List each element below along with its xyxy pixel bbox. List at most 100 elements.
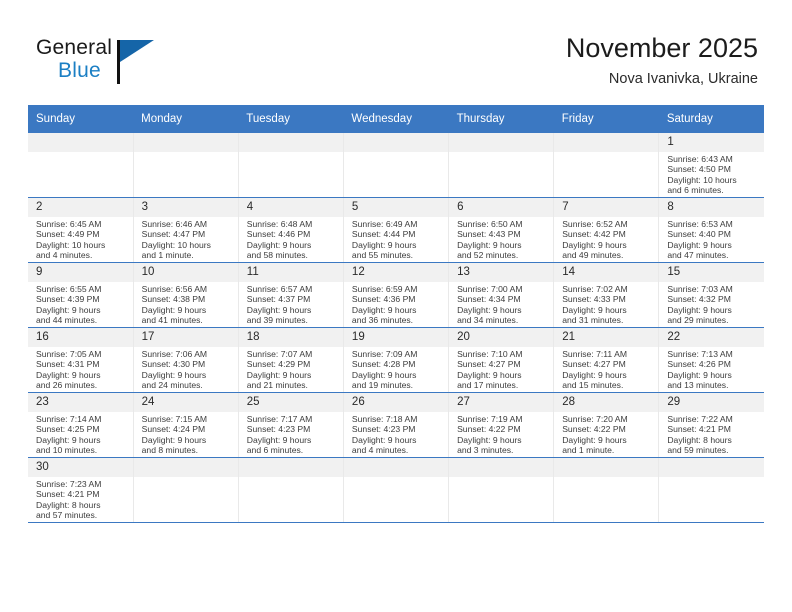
weekday-header-sunday: Sunday: [28, 105, 134, 133]
sunset-text: Sunset: 4:30 PM: [141, 359, 206, 370]
day-number: [238, 458, 343, 477]
day-info: Sunrise: 6:48 AM Sunset: 4:46 PM Daylight:…: [239, 217, 343, 261]
day-number: [238, 133, 343, 152]
calendar-day-cell[interactable]: 10 Sunrise: 6:56 AM Sunset: 4:38 PM Dayligh…: [133, 262, 239, 328]
calendar-day-cell[interactable]: 9 Sunrise: 6:55 AM Sunset: 4:39 PM Daylight…: [28, 262, 134, 328]
daylight-text: and 44 minutes.: [36, 315, 98, 326]
daylight-text: Daylight: 9 hours: [667, 369, 732, 380]
calendar-day-cell-empty: [133, 133, 239, 198]
calendar-day-cell[interactable]: 6 Sunrise: 6:50 AM Sunset: 4:43 PM Daylight…: [448, 197, 555, 263]
logo-flag-icon: [120, 40, 154, 62]
sunset-text: Sunset: 4:28 PM: [351, 359, 416, 370]
sunset-text: Sunset: 4:43 PM: [457, 229, 521, 240]
calendar-day-cell[interactable]: 7 Sunrise: 6:52 AM Sunset: 4:42 PM Daylight…: [553, 197, 660, 263]
day-info: Sunrise: 7:20 AM Sunset: 4:22 PM Daylight:…: [554, 412, 658, 456]
day-number: 27: [449, 393, 554, 412]
calendar-day-cell[interactable]: 30 Sunrise: 7:23 AM Sunset: 4:21 PM Dayligh…: [28, 457, 134, 523]
calendar-day-cell[interactable]: 1 Sunrise: 6:43 AM Sunset: 4:50 PM Daylight…: [658, 133, 764, 198]
day-number: 28: [554, 393, 659, 412]
calendar-day-cell[interactable]: 3 Sunrise: 6:46 AM Sunset: 4:47 PM Daylight…: [133, 197, 239, 263]
calendar-day-cell[interactable]: 15 Sunrise: 7:03 AM Sunset: 4:32 PM Dayligh…: [658, 262, 764, 328]
calendar-day-cell[interactable]: 29 Sunrise: 7:22 AM Sunset: 4:21 PM Dayligh…: [658, 392, 764, 458]
day-info: Sunrise: 6:50 AM Sunset: 4:43 PM Daylight:…: [449, 217, 553, 261]
daylight-text: and 15 minutes.: [562, 380, 624, 391]
sunrise-text: Sunrise: 7:06 AM: [141, 349, 208, 359]
day-number: 7: [554, 198, 659, 217]
daylight-text: and 31 minutes.: [562, 315, 624, 326]
day-number: 10: [133, 263, 238, 282]
daylight-text: and 3 minutes.: [457, 445, 514, 456]
sunrise-text: Sunrise: 6:57 AM: [246, 284, 313, 294]
calendar-day-cell-empty: [343, 133, 450, 198]
day-info: Sunrise: 6:56 AM Sunset: 4:38 PM Daylight:…: [134, 282, 238, 326]
calendar-day-cell[interactable]: 2 Sunrise: 6:45 AM Sunset: 4:49 PM Daylight…: [28, 197, 134, 263]
day-info: Sunrise: 6:53 AM Sunset: 4:40 PM Daylight:…: [659, 217, 764, 261]
day-number: [343, 133, 449, 152]
daylight-text: Daylight: 9 hours: [36, 369, 101, 380]
calendar-day-cell[interactable]: 24 Sunrise: 7:15 AM Sunset: 4:24 PM Dayligh…: [133, 392, 239, 458]
daylight-text: and 52 minutes.: [457, 250, 519, 261]
calendar-week-row: 23 Sunrise: 7:14 AM Sunset: 4:25 PM Dayligh…: [28, 392, 764, 458]
sunrise-text: Sunrise: 7:09 AM: [351, 349, 418, 359]
sunrise-text: Sunrise: 6:56 AM: [141, 284, 208, 294]
day-number: [343, 458, 449, 477]
calendar-day-cell[interactable]: 8 Sunrise: 6:53 AM Sunset: 4:40 PM Daylight…: [658, 197, 764, 263]
sunrise-text: Sunrise: 7:03 AM: [667, 284, 733, 294]
sunrise-text: Sunrise: 6:43 AM: [667, 154, 733, 164]
daylight-text: Daylight: 9 hours: [351, 369, 417, 380]
day-info: Sunrise: 7:00 AM Sunset: 4:34 PM Daylight:…: [449, 282, 553, 326]
calendar-day-cell[interactable]: 28 Sunrise: 7:20 AM Sunset: 4:22 PM Dayligh…: [553, 392, 660, 458]
weekday-header-monday: Monday: [133, 105, 239, 133]
sunset-text: Sunset: 4:27 PM: [457, 359, 521, 370]
calendar-week-row: 30 Sunrise: 7:23 AM Sunset: 4:21 PM Dayligh…: [28, 457, 764, 523]
sunrise-text: Sunrise: 6:45 AM: [36, 219, 102, 229]
calendar-day-cell[interactable]: 23 Sunrise: 7:14 AM Sunset: 4:25 PM Dayligh…: [28, 392, 134, 458]
daylight-text: Daylight: 9 hours: [667, 239, 732, 250]
calendar-day-cell[interactable]: 20 Sunrise: 7:10 AM Sunset: 4:27 PM Dayligh…: [448, 327, 555, 393]
sunset-text: Sunset: 4:39 PM: [36, 294, 100, 305]
calendar-day-cell[interactable]: 17 Sunrise: 7:06 AM Sunset: 4:30 PM Dayligh…: [133, 327, 239, 393]
day-number: 29: [659, 393, 764, 412]
day-info: Sunrise: 7:09 AM Sunset: 4:28 PM Daylight:…: [344, 347, 448, 391]
calendar-day-cell[interactable]: 11 Sunrise: 6:57 AM Sunset: 4:37 PM Dayligh…: [238, 262, 344, 328]
calendar-day-cell[interactable]: 12 Sunrise: 6:59 AM Sunset: 4:36 PM Dayligh…: [343, 262, 450, 328]
general-blue-logo[interactable]: General Blue: [36, 36, 216, 92]
page-header: General Blue November 2025 Nova Ivanivka…: [0, 0, 792, 100]
calendar-day-cell[interactable]: 18 Sunrise: 7:07 AM Sunset: 4:29 PM Dayligh…: [238, 327, 344, 393]
calendar-day-cell[interactable]: 19 Sunrise: 7:09 AM Sunset: 4:28 PM Dayligh…: [343, 327, 450, 393]
calendar-day-cell-empty: [448, 457, 555, 523]
day-info: Sunrise: 7:07 AM Sunset: 4:29 PM Daylight:…: [239, 347, 343, 391]
calendar-day-cell[interactable]: 5 Sunrise: 6:49 AM Sunset: 4:44 PM Daylight…: [343, 197, 450, 263]
sunset-text: Sunset: 4:33 PM: [562, 294, 626, 305]
sunset-text: Sunset: 4:42 PM: [562, 229, 626, 240]
day-number: [449, 458, 554, 477]
calendar-day-cell[interactable]: 13 Sunrise: 7:00 AM Sunset: 4:34 PM Dayligh…: [448, 262, 555, 328]
day-info: Sunrise: 7:10 AM Sunset: 4:27 PM Daylight:…: [449, 347, 553, 391]
sunrise-text: Sunrise: 7:17 AM: [246, 414, 313, 424]
calendar-day-cell[interactable]: 25 Sunrise: 7:17 AM Sunset: 4:23 PM Dayligh…: [238, 392, 344, 458]
calendar-day-cell[interactable]: 16 Sunrise: 7:05 AM Sunset: 4:31 PM Dayligh…: [28, 327, 134, 393]
day-info: Sunrise: 7:17 AM Sunset: 4:23 PM Daylight:…: [239, 412, 343, 456]
daylight-text: Daylight: 9 hours: [36, 434, 101, 445]
calendar-day-cell[interactable]: 4 Sunrise: 6:48 AM Sunset: 4:46 PM Daylight…: [238, 197, 344, 263]
calendar-day-cell[interactable]: 26 Sunrise: 7:18 AM Sunset: 4:23 PM Dayligh…: [343, 392, 450, 458]
sunrise-text: Sunrise: 7:10 AM: [457, 349, 523, 359]
calendar-day-cell[interactable]: 27 Sunrise: 7:19 AM Sunset: 4:22 PM Dayligh…: [448, 392, 555, 458]
sunrise-sunset-calendar: Sunday Monday Tuesday Wednesday Thursday…: [28, 105, 764, 523]
sunrise-text: Sunrise: 6:53 AM: [667, 219, 733, 229]
sunrise-text: Sunrise: 6:59 AM: [351, 284, 418, 294]
sunset-text: Sunset: 4:34 PM: [457, 294, 521, 305]
logo-text-blue: Blue: [58, 59, 101, 82]
page-title: November 2025: [565, 33, 758, 63]
day-number: 18: [238, 328, 343, 347]
day-number: 22: [659, 328, 764, 347]
sunrise-text: Sunrise: 7:18 AM: [351, 414, 418, 424]
sunrise-text: Sunrise: 7:23 AM: [36, 479, 102, 489]
calendar-day-cell[interactable]: 14 Sunrise: 7:02 AM Sunset: 4:33 PM Dayligh…: [553, 262, 660, 328]
day-info: Sunrise: 6:45 AM Sunset: 4:49 PM Daylight:…: [28, 217, 133, 261]
day-info: Sunrise: 6:43 AM Sunset: 4:50 PM Daylight:…: [659, 152, 764, 196]
calendar-day-cell[interactable]: 21 Sunrise: 7:11 AM Sunset: 4:27 PM Dayligh…: [553, 327, 660, 393]
day-number: 9: [28, 263, 133, 282]
sunrise-text: Sunrise: 7:20 AM: [562, 414, 628, 424]
calendar-day-cell[interactable]: 22 Sunrise: 7:13 AM Sunset: 4:26 PM Dayligh…: [658, 327, 764, 393]
